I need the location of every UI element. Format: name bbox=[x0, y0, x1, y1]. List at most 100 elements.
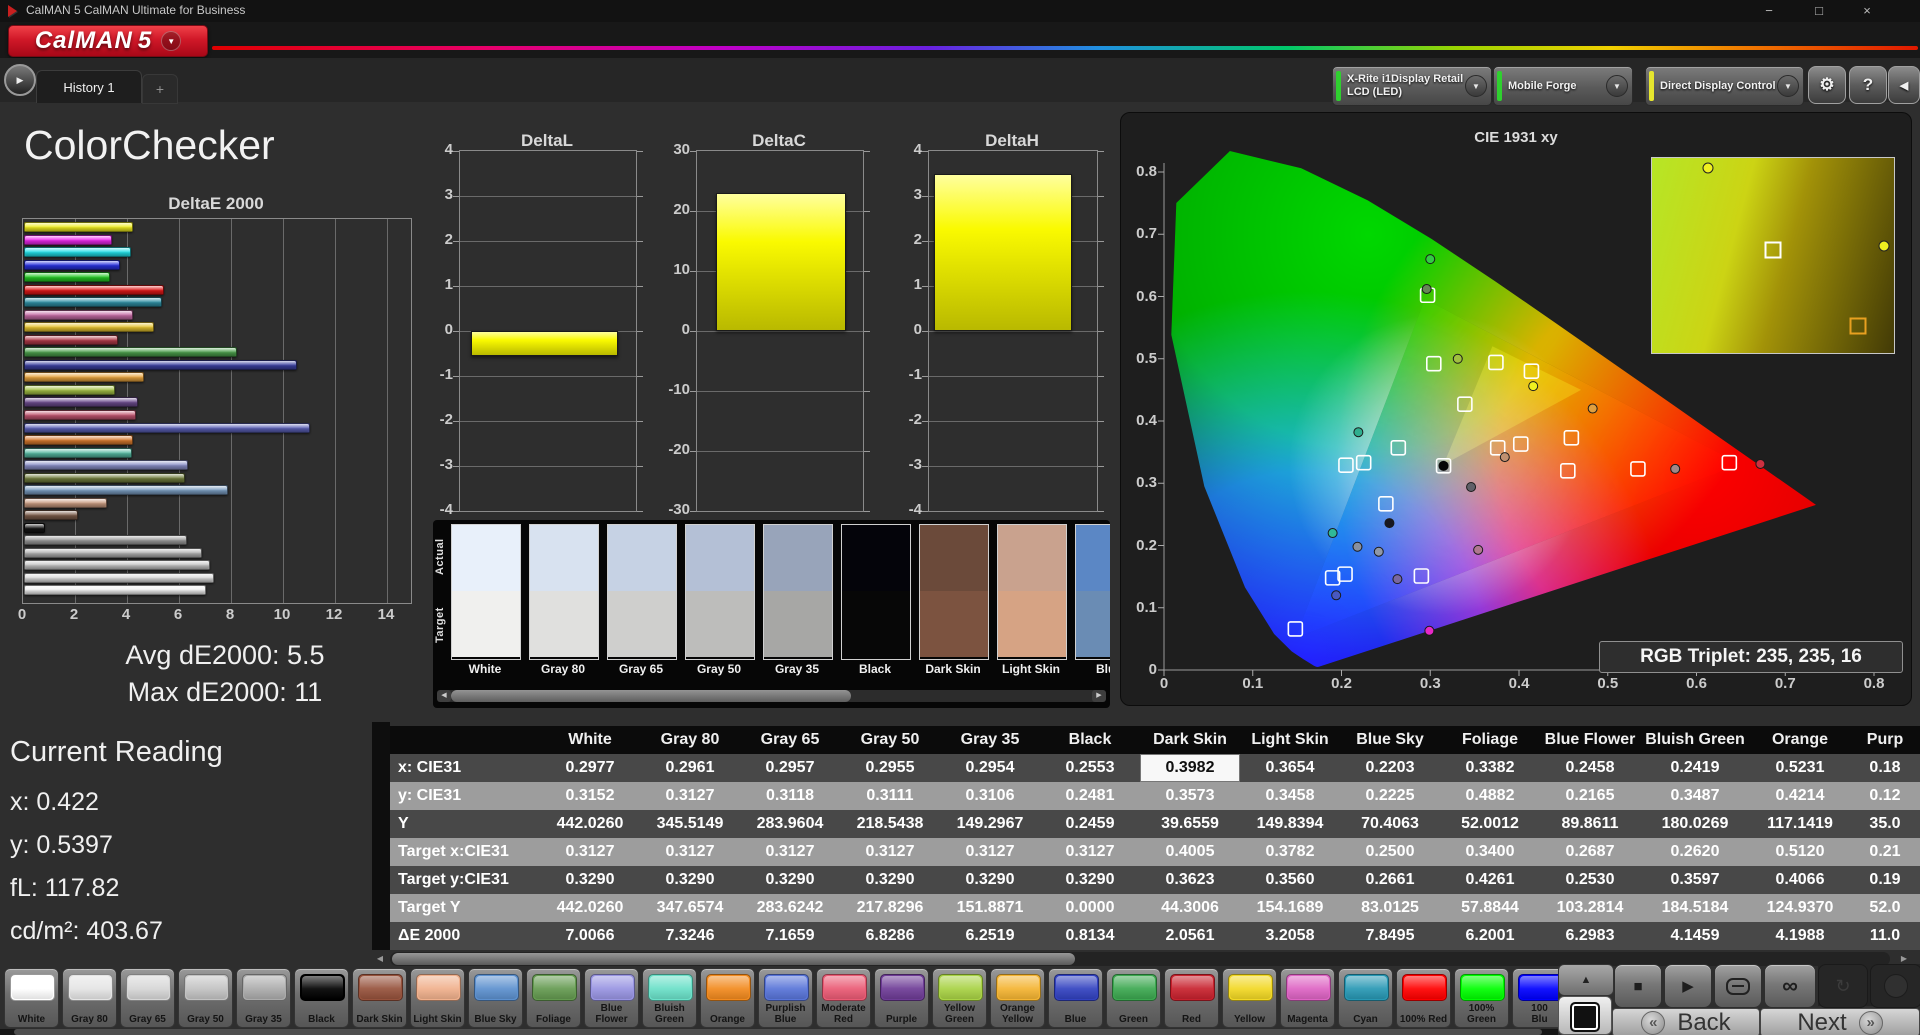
patch-button-orange-yellow[interactable]: Orange Yellow bbox=[990, 968, 1045, 1028]
cie-measurement-dot bbox=[1327, 528, 1338, 539]
patch-button-yellow[interactable]: Yellow bbox=[1222, 968, 1277, 1028]
maximize-button[interactable]: □ bbox=[1798, 0, 1840, 22]
tick-mark bbox=[690, 450, 696, 452]
table-cell: 0.3560 bbox=[1265, 871, 1315, 888]
collapse-toolbar-button[interactable]: ◀ bbox=[1888, 66, 1920, 104]
scrollbar-track[interactable] bbox=[390, 952, 1890, 966]
patch-button-yellow-green[interactable]: Yellow Green bbox=[932, 968, 987, 1028]
swatch-light-skin[interactable] bbox=[997, 524, 1067, 660]
triangle-up-icon: ▲ bbox=[1580, 974, 1592, 986]
patch-button-green[interactable]: Green bbox=[1106, 968, 1161, 1028]
table-cell: 154.1689 bbox=[1256, 899, 1324, 916]
patch-button-red[interactable]: Red bbox=[1164, 968, 1219, 1028]
continuous-read-button[interactable]: ∞ bbox=[1764, 964, 1816, 1008]
tick-mark bbox=[453, 285, 459, 287]
tick-mark bbox=[637, 510, 643, 512]
patch-button-blue[interactable]: Blue bbox=[1048, 968, 1103, 1028]
swatch-white[interactable] bbox=[451, 524, 521, 660]
patch-button-white[interactable]: White bbox=[4, 968, 59, 1028]
scroll-left-button[interactable]: ◀ bbox=[437, 690, 451, 702]
settings-button[interactable]: ⚙ bbox=[1808, 66, 1846, 104]
swatch-gray-80[interactable] bbox=[529, 524, 599, 660]
scrollbar-thumb[interactable] bbox=[451, 690, 851, 702]
expand-patch-list-button[interactable]: ▲ bbox=[1558, 964, 1614, 996]
patch-button-moderate-red[interactable]: Moderate Red bbox=[816, 968, 871, 1028]
read-series-button[interactable] bbox=[1714, 964, 1762, 1008]
gridline bbox=[460, 376, 636, 377]
close-button[interactable]: × bbox=[1846, 0, 1888, 22]
refresh-button[interactable]: ↻ bbox=[1818, 964, 1868, 1008]
row-header: x: CIE31 bbox=[398, 759, 462, 776]
source-dropdown[interactable]: Mobile Forge ▼ bbox=[1493, 66, 1633, 106]
swatch-actual bbox=[1076, 525, 1110, 591]
patch-button-100-red[interactable]: 100% Red bbox=[1396, 968, 1451, 1028]
axis-tick-label: 3 bbox=[913, 186, 922, 203]
add-tab-button[interactable]: + bbox=[142, 74, 178, 104]
patch-button-blue-flower[interactable]: Blue Flower bbox=[584, 968, 639, 1028]
patch-button-purplish-blue[interactable]: Purplish Blue bbox=[758, 968, 813, 1028]
swatch-gray-35[interactable] bbox=[763, 524, 833, 660]
tick-mark bbox=[453, 375, 459, 377]
patch-button-gray-65[interactable]: Gray 65 bbox=[120, 968, 175, 1028]
patch-button-blue-sky[interactable]: Blue Sky bbox=[468, 968, 523, 1028]
swatch-blue[interactable] bbox=[1075, 524, 1110, 660]
patch-button-magenta[interactable]: Magenta bbox=[1280, 968, 1335, 1028]
tab-history-1[interactable]: History 1 bbox=[36, 70, 142, 103]
swatch-gray-50[interactable] bbox=[685, 524, 755, 660]
de-bar-foliage bbox=[24, 472, 186, 483]
table-cell: 0.2530 bbox=[1565, 871, 1615, 888]
back-button[interactable]: « Back bbox=[1612, 1008, 1760, 1035]
scrollbar-thumb[interactable] bbox=[392, 953, 1075, 965]
patch-button-gray-50[interactable]: Gray 50 bbox=[178, 968, 233, 1028]
patch-window-toggle-button[interactable] bbox=[1558, 996, 1612, 1035]
column-header-light-skin: Light Skin bbox=[1251, 731, 1329, 748]
table-cell: 52.0012 bbox=[1461, 815, 1519, 832]
stop-button[interactable]: ■ bbox=[1614, 964, 1662, 1008]
axis-tick-label: 0.6 bbox=[1136, 287, 1157, 305]
patch-button-bluish-green[interactable]: Bluish Green bbox=[642, 968, 697, 1028]
swatch-scrollbar[interactable]: ◀ ▶ bbox=[437, 690, 1106, 702]
scroll-left-button[interactable]: ◀ bbox=[372, 953, 388, 965]
record-button[interactable] bbox=[1870, 964, 1920, 1008]
swatch-gray-65[interactable] bbox=[607, 524, 677, 660]
patch-label: Moderate Red bbox=[821, 1003, 866, 1025]
table-cell: 0.3597 bbox=[1670, 871, 1720, 888]
gridline bbox=[387, 219, 388, 603]
next-button[interactable]: Next » bbox=[1760, 1008, 1920, 1035]
selected-table-cell[interactable]: 0.3982 bbox=[1140, 754, 1240, 782]
patch-button-gray-80[interactable]: Gray 80 bbox=[62, 968, 117, 1028]
axis-tick-label: 0.7 bbox=[1136, 225, 1157, 243]
display-control-dropdown[interactable]: Direct Display Control ▼ bbox=[1645, 66, 1804, 106]
table-cell: 6.8286 bbox=[865, 927, 915, 944]
patch-button-gray-35[interactable]: Gray 35 bbox=[236, 968, 291, 1028]
swatch-dark-skin[interactable] bbox=[919, 524, 989, 660]
help-button[interactable]: ? bbox=[1849, 66, 1887, 104]
patch-button-orange[interactable]: Orange bbox=[700, 968, 755, 1028]
axis-tick-label: 0.8 bbox=[1863, 675, 1885, 692]
axis-tick-label: 0.2 bbox=[1136, 536, 1157, 554]
patch-button-light-skin[interactable]: Light Skin bbox=[410, 968, 465, 1028]
swatch-black[interactable] bbox=[841, 524, 911, 660]
patch-button-100-green[interactable]: 100% Green bbox=[1454, 968, 1509, 1028]
deltah-chart-title: DeltaH bbox=[985, 131, 1039, 150]
tick-mark bbox=[922, 330, 928, 332]
minimize-button[interactable]: − bbox=[1748, 0, 1790, 22]
meter-dropdown[interactable]: X-Rite i1Display Retail LCD (LED) ▼ bbox=[1332, 66, 1492, 106]
scroll-right-button[interactable]: ▶ bbox=[1092, 690, 1106, 702]
patch-button-dark-skin[interactable]: Dark Skin bbox=[352, 968, 407, 1028]
patch-bar-scrollbar[interactable] bbox=[0, 1029, 1558, 1035]
calman-logo-menu[interactable]: CalMAN 5 ▼ bbox=[8, 25, 208, 57]
patch-button-black[interactable]: Black bbox=[294, 968, 349, 1028]
patch-button-purple[interactable]: Purple bbox=[874, 968, 929, 1028]
play-button[interactable]: ▶ bbox=[1664, 964, 1712, 1008]
patch-button-cyan[interactable]: Cyan bbox=[1338, 968, 1393, 1028]
scrollbar-thumb[interactable] bbox=[14, 1029, 1542, 1035]
table-cell: 218.5438 bbox=[856, 815, 924, 832]
patch-label: Orange bbox=[709, 1014, 745, 1025]
table-cell: 7.1659 bbox=[765, 927, 815, 944]
patch-button-100-blu[interactable]: 100 Blu bbox=[1512, 968, 1558, 1028]
patch-label: Yellow bbox=[1233, 1014, 1266, 1025]
session-menu-button[interactable]: ▶ bbox=[4, 64, 36, 96]
patch-button-foliage[interactable]: Foliage bbox=[526, 968, 581, 1028]
axis-tick-label: 0.3 bbox=[1419, 675, 1441, 692]
